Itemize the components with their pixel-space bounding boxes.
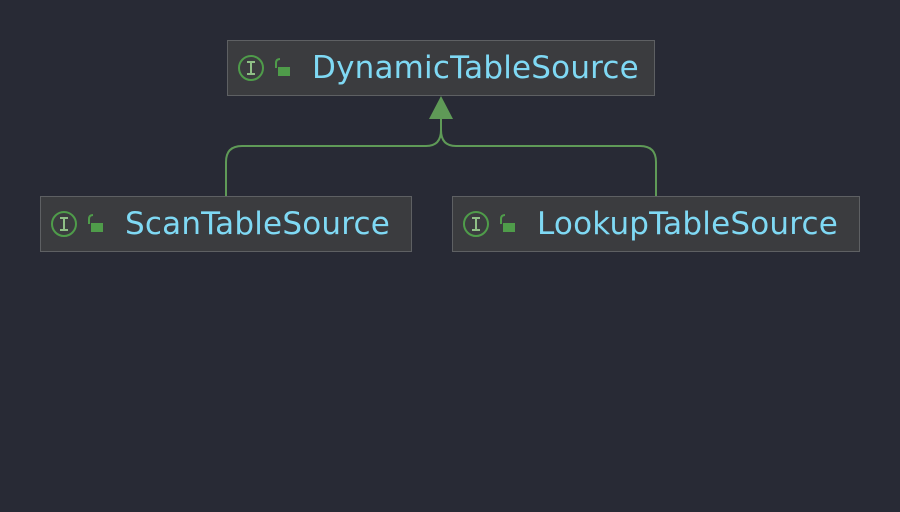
public-lock-icon — [275, 58, 290, 76]
node-dynamic-table-source[interactable]: DynamicTableSource — [227, 40, 655, 96]
node-label: LookupTableSource — [537, 206, 839, 242]
node-lookup-table-source[interactable]: LookupTableSource — [452, 196, 860, 252]
edge-lookup-to-root — [440, 118, 657, 196]
diagram-canvas: DynamicTableSource ScanTableSource Looku… — [0, 0, 900, 512]
inheritance-arrowhead — [429, 96, 453, 119]
node-label: ScanTableSource — [125, 206, 391, 242]
interface-icon — [238, 55, 264, 81]
interface-icon — [51, 211, 77, 237]
public-lock-icon — [500, 214, 515, 232]
edge-scan-to-root — [225, 118, 442, 196]
node-label: DynamicTableSource — [312, 50, 639, 86]
interface-icon — [463, 211, 489, 237]
node-scan-table-source[interactable]: ScanTableSource — [40, 196, 412, 252]
public-lock-icon — [88, 214, 103, 232]
